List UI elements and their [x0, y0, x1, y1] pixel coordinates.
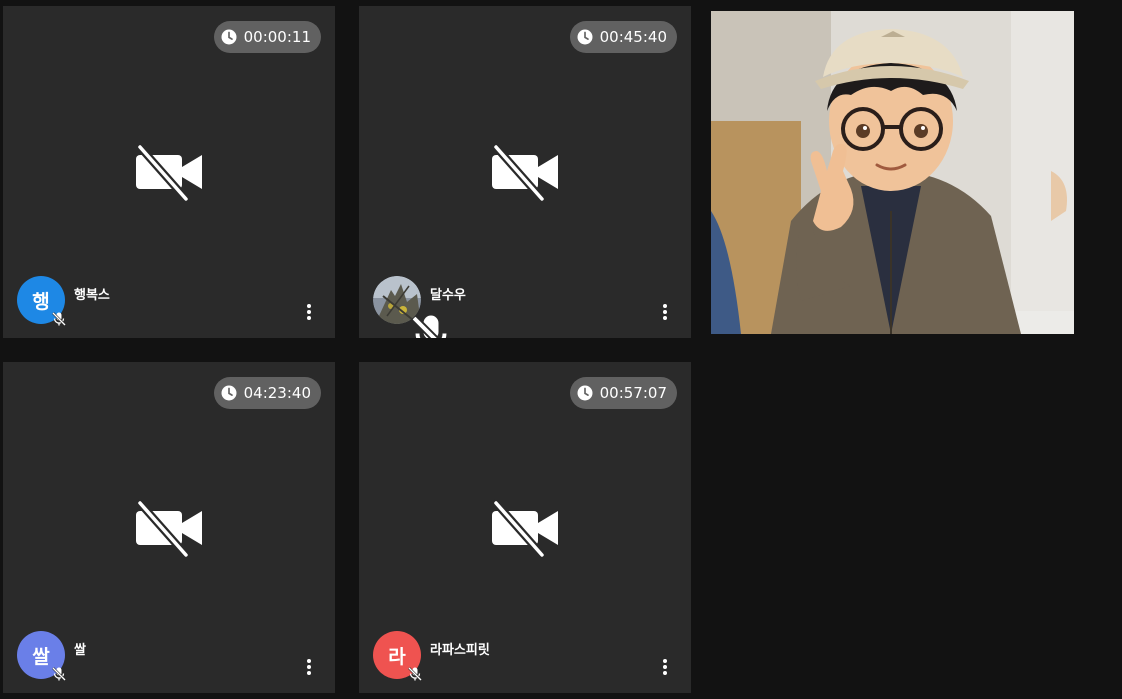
camera-off-icon	[134, 498, 204, 557]
more-options-button[interactable]	[659, 302, 671, 322]
participant-name: 라파스피릿	[430, 642, 490, 658]
participant-tile[interactable]: 00:00:11 행 행복스	[3, 6, 335, 338]
call-timer: 04:23:40	[213, 377, 321, 409]
more-options-button[interactable]	[303, 657, 315, 677]
camera-off-icon	[134, 143, 204, 201]
avatar: 쌀	[17, 631, 67, 682]
camera-off-icon	[490, 498, 560, 557]
mic-muted-icon	[51, 666, 67, 682]
avatar: 행	[17, 276, 67, 327]
participant-info: 행 행복스	[17, 276, 110, 327]
participant-info: 라 라파스피릿	[373, 631, 490, 682]
participant-name: 달수우	[430, 287, 466, 303]
timer-text: 00:57:07	[599, 384, 667, 402]
avatar: 라	[373, 631, 423, 682]
mic-muted-icon	[51, 311, 67, 327]
timer-text: 00:45:40	[599, 28, 667, 46]
cartoon-portrait-image	[711, 11, 1074, 334]
avatar-initial: 행	[32, 290, 50, 313]
avatar-initial: 쌀	[32, 645, 50, 668]
timer-text: 04:23:40	[243, 384, 311, 402]
more-options-button[interactable]	[303, 302, 315, 322]
more-vert-icon	[663, 304, 667, 320]
call-timer: 00:00:11	[213, 21, 321, 53]
participant-name: 행복스	[74, 287, 110, 303]
more-options-button[interactable]	[659, 657, 671, 677]
camera-off-icon	[490, 143, 560, 201]
avatar-photo	[373, 276, 447, 338]
clock-icon	[576, 28, 594, 46]
more-vert-icon	[663, 659, 667, 675]
participant-tile[interactable]: 00:57:07 라 라파스피릿	[359, 362, 691, 693]
call-timer: 00:57:07	[569, 377, 677, 409]
clock-icon	[220, 384, 238, 402]
video-call-grid: 00:00:11 행 행복스 00:45:40 달수우 04:23:40 쌀 쌀…	[0, 0, 1122, 699]
mic-muted-icon	[407, 666, 423, 682]
participant-name: 쌀	[74, 642, 86, 658]
more-vert-icon	[307, 659, 311, 675]
mic-muted-icon	[407, 311, 447, 338]
clock-icon	[220, 28, 238, 46]
clock-icon	[576, 384, 594, 402]
call-timer: 00:45:40	[569, 21, 677, 53]
participant-tile[interactable]: 04:23:40 쌀 쌀	[3, 362, 335, 693]
timer-text: 00:00:11	[243, 28, 311, 46]
more-vert-icon	[307, 304, 311, 320]
avatar-initial: 라	[388, 645, 406, 668]
participant-info: 달수우	[373, 276, 466, 338]
participant-info: 쌀 쌀	[17, 631, 86, 682]
participant-video[interactable]	[711, 11, 1074, 334]
participant-tile[interactable]: 00:45:40 달수우	[359, 6, 691, 338]
